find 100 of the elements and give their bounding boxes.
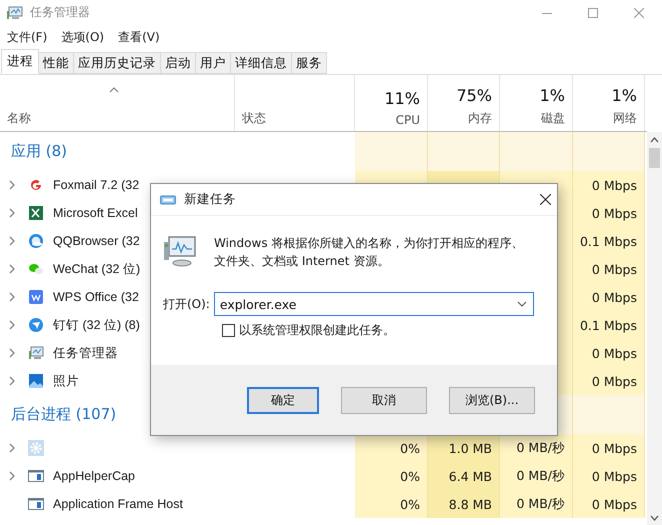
open-label: 打开(O): bbox=[163, 296, 210, 312]
chevron-icon[interactable] bbox=[9, 180, 15, 190]
chat-icon bbox=[28, 261, 44, 277]
menu-item[interactable]: 查看(V) bbox=[118, 28, 160, 46]
column-header[interactable]: 75% 内存 bbox=[428, 75, 500, 131]
dialog-title: 新建任务 bbox=[184, 191, 236, 208]
dialog-button[interactable]: 浏览(B)... bbox=[449, 386, 535, 414]
chevron-icon[interactable] bbox=[9, 443, 15, 453]
flame-icon bbox=[28, 177, 44, 193]
table-cell: 0.1 Mbps bbox=[573, 311, 645, 339]
column-total: 1% bbox=[540, 86, 565, 105]
sort-icon bbox=[109, 87, 119, 93]
chevron-icon[interactable] bbox=[9, 264, 15, 274]
column-header[interactable]: 状态 bbox=[235, 75, 355, 131]
table-cell: 0% bbox=[355, 434, 428, 462]
column-label: 名称 bbox=[7, 110, 31, 127]
tab[interactable]: 服务 bbox=[292, 52, 327, 74]
monitor-icon bbox=[7, 6, 23, 20]
group-header: 应用 (8) bbox=[11, 142, 68, 161]
column-label: CPU bbox=[396, 113, 420, 127]
table-cell: 0 Mbps bbox=[573, 462, 645, 490]
column-label: 状态 bbox=[242, 110, 266, 127]
admin-option-label: 以系统管理权限创建此任务。 bbox=[239, 322, 395, 339]
browser-icon bbox=[28, 233, 44, 249]
group-header: 后台进程 (107) bbox=[11, 405, 116, 424]
monitor-icon bbox=[28, 345, 44, 361]
process-name: Application Frame Host bbox=[53, 497, 183, 511]
chevron-icon[interactable] bbox=[9, 320, 15, 330]
table-cell: 0 Mbps bbox=[573, 283, 645, 311]
column-label: 磁盘 bbox=[541, 110, 565, 127]
process-name: WeChat (32 位) bbox=[53, 260, 140, 278]
tab[interactable]: 进程 bbox=[1, 49, 39, 74]
column-total: 1% bbox=[612, 86, 637, 105]
window-icon bbox=[28, 496, 44, 512]
tab[interactable]: 应用历史记录 bbox=[74, 52, 161, 74]
scroll-thumb[interactable] bbox=[649, 148, 660, 168]
window-icon bbox=[28, 468, 44, 484]
chevron-icon[interactable] bbox=[9, 471, 15, 481]
column-header[interactable]: 名称 bbox=[0, 75, 235, 131]
checkbox[interactable] bbox=[222, 324, 235, 337]
process-name: QQBrowser (32 bbox=[53, 234, 140, 248]
process-name: AppHelperCap bbox=[53, 469, 135, 483]
table-cell: 1.0 MB bbox=[428, 434, 500, 462]
table-cell: 6.4 MB bbox=[428, 462, 500, 490]
table-cell bbox=[428, 132, 500, 171]
table-cell: 0 MB/秒 bbox=[500, 490, 573, 518]
process-name: Microsoft Excel bbox=[53, 206, 138, 220]
window-title: 任务管理器 bbox=[30, 4, 90, 21]
photo-icon bbox=[28, 373, 44, 389]
dialog-message: Windows 将根据你所键入的名称，为你打开相应的程序、文件夹、文档或 Internet 资源。 bbox=[214, 235, 524, 270]
wing-icon bbox=[28, 317, 44, 333]
chevron-icon[interactable] bbox=[9, 208, 15, 218]
tab[interactable]: 详细信息 bbox=[231, 52, 292, 74]
dialog-button[interactable]: 取消 bbox=[341, 386, 427, 414]
chevron-icon[interactable] bbox=[9, 292, 15, 302]
column-label: 网络 bbox=[613, 110, 637, 127]
table-cell: 0 Mbps bbox=[573, 339, 645, 367]
table-cell: 0.1 Mbps bbox=[573, 227, 645, 255]
table-cell: 0% bbox=[355, 490, 428, 518]
dropdown-icon[interactable] bbox=[516, 301, 527, 307]
chevron-icon[interactable] bbox=[9, 236, 15, 246]
column-label: 内存 bbox=[468, 110, 492, 127]
process-name: 照片 bbox=[53, 372, 79, 390]
column-header[interactable]: 11% CPU bbox=[355, 75, 428, 131]
menu-item[interactable]: 文件(F) bbox=[7, 28, 48, 46]
tab[interactable]: 用户 bbox=[196, 52, 231, 74]
table-cell: 8.8 MB bbox=[428, 490, 500, 518]
process-name: 任务管理器 bbox=[53, 344, 118, 362]
command-field[interactable]: explorer.exe bbox=[214, 292, 534, 316]
chevron-icon[interactable] bbox=[9, 348, 15, 358]
column-total: 11% bbox=[384, 89, 420, 108]
scroll-up-icon[interactable] bbox=[650, 137, 659, 143]
document-icon bbox=[28, 289, 44, 305]
maximize-icon[interactable] bbox=[588, 8, 598, 18]
process-name: 钉钉 (32 位) (8) bbox=[53, 316, 140, 334]
column-header[interactable]: 1% 磁盘 bbox=[500, 75, 573, 131]
tab[interactable]: 性能 bbox=[39, 52, 74, 74]
table-cell bbox=[573, 395, 645, 434]
table-cell: 0% bbox=[355, 462, 428, 490]
process-name: WPS Office (32 bbox=[53, 290, 139, 304]
chevron-icon[interactable] bbox=[9, 376, 15, 386]
table-cell bbox=[573, 132, 645, 171]
spreadsheet-icon bbox=[28, 205, 44, 221]
scroll-down-icon[interactable] bbox=[650, 515, 659, 521]
table-cell: 0 MB/秒 bbox=[500, 434, 573, 462]
column-total: 75% bbox=[456, 86, 492, 105]
table-cell: 0 Mbps bbox=[573, 434, 645, 462]
gear-icon bbox=[28, 440, 44, 456]
column-header[interactable]: 1% 网络 bbox=[573, 75, 645, 131]
table-cell: 0 Mbps bbox=[573, 199, 645, 227]
close-icon[interactable] bbox=[540, 194, 551, 205]
run-icon bbox=[160, 194, 176, 206]
monitor-icon bbox=[163, 234, 197, 268]
table-cell: 0 Mbps bbox=[573, 255, 645, 283]
table-cell: 0 MB/秒 bbox=[500, 462, 573, 490]
process-name: Foxmail 7.2 (32 bbox=[53, 178, 140, 192]
table-cell: 0 Mbps bbox=[573, 490, 645, 518]
dialog-button[interactable]: 确定 bbox=[247, 386, 319, 414]
menu-item[interactable]: 选项(O) bbox=[61, 28, 104, 46]
tab[interactable]: 启动 bbox=[161, 52, 196, 74]
